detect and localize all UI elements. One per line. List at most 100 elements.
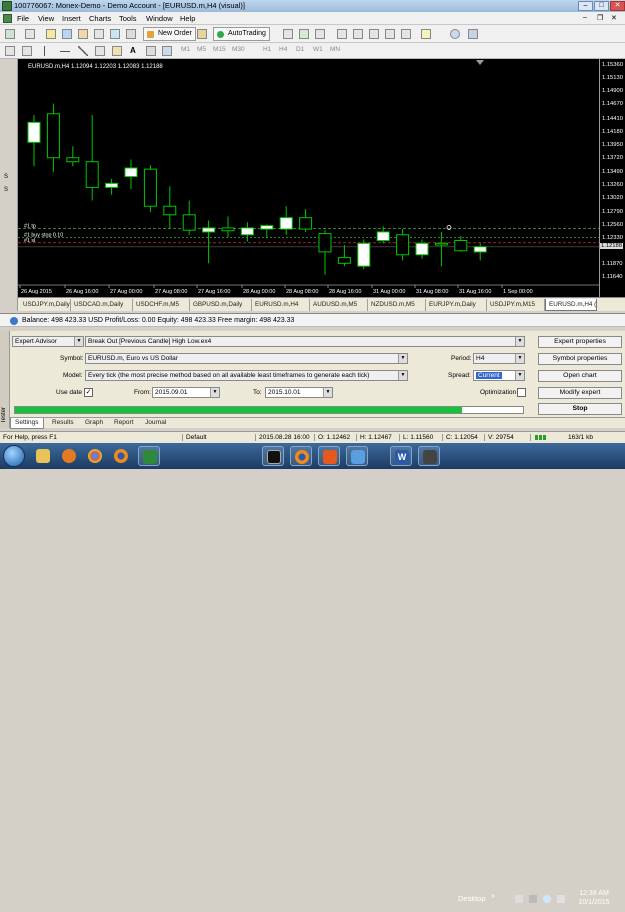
chart-tab[interactable]: USDJPY.m,M15: [487, 299, 545, 311]
chart-tab[interactable]: USDJPY.m,Daily: [20, 299, 71, 311]
periods-icon[interactable]: [450, 29, 460, 39]
tab-graph[interactable]: Graph: [81, 418, 107, 429]
menu-view[interactable]: View: [38, 14, 54, 23]
line-chart-icon[interactable]: [315, 29, 325, 39]
tab-report[interactable]: Report: [110, 418, 138, 429]
fibonacci-icon[interactable]: [112, 46, 122, 56]
tile-windows-icon[interactable]: [369, 29, 379, 39]
new-chart-icon[interactable]: [5, 29, 15, 39]
equidistant-channel-icon[interactable]: [95, 46, 105, 56]
firefox-taskbar-button[interactable]: [110, 446, 132, 466]
expert-properties-button[interactable]: Expert properties: [538, 336, 622, 348]
menu-file[interactable]: File: [17, 14, 29, 23]
data-window-icon[interactable]: [62, 29, 72, 39]
crosshair-icon[interactable]: [22, 46, 32, 56]
tf-mn[interactable]: MN: [330, 46, 340, 53]
period-select[interactable]: H4 ▼: [473, 353, 525, 364]
chart-tab[interactable]: USDCHF.m,M5: [133, 299, 190, 311]
network-icon[interactable]: [515, 895, 523, 903]
tester-type-select[interactable]: Expert Advisor ▼: [12, 336, 84, 347]
vertical-line-icon[interactable]: [44, 46, 54, 56]
symbol-select[interactable]: EURUSD.m, Euro vs US Dollar ▼: [85, 353, 408, 364]
tf-m30[interactable]: M30: [232, 46, 245, 53]
candlestick-chart[interactable]: EURUSD.m,H4 1.12094 1.12203 1.12083 1.12…: [18, 59, 599, 297]
tf-w1[interactable]: W1: [313, 46, 323, 53]
chrome-taskbar-button[interactable]: [84, 446, 106, 466]
chart-tab[interactable]: AUDUSD.m,M5: [310, 299, 368, 311]
tab-settings[interactable]: Settings: [10, 418, 44, 429]
profiles-icon[interactable]: [25, 29, 35, 39]
teamviewer-taskbar-button[interactable]: [318, 446, 340, 466]
chart-tab[interactable]: EURJPY.m,Daily: [426, 299, 487, 311]
zoom-in-icon[interactable]: [337, 29, 347, 39]
autotrading-button[interactable]: AutoTrading: [213, 27, 270, 41]
volume-icon[interactable]: [543, 895, 551, 903]
symbol-properties-button[interactable]: Symbol properties: [538, 353, 622, 365]
from-date-input[interactable]: 2015.09.01 ▼: [152, 387, 220, 398]
remote-taskbar-button[interactable]: [346, 446, 368, 466]
trendline-icon[interactable]: [78, 46, 88, 56]
battery-icon[interactable]: [529, 895, 537, 903]
status-profile[interactable]: Default: [182, 434, 207, 441]
metatrader-taskbar-button[interactable]: [138, 446, 160, 466]
tester-side-tab[interactable]: Tester: [0, 331, 10, 428]
taskbar-clock[interactable]: 12:38 AM 10/1/2015: [576, 889, 612, 907]
chevron-up-icon[interactable]: »: [491, 893, 495, 900]
media-player-taskbar-button[interactable]: [58, 446, 80, 466]
terminal-icon[interactable]: [94, 29, 104, 39]
tab-results[interactable]: Results: [48, 418, 78, 429]
text-tool-icon[interactable]: A: [130, 46, 140, 56]
price-chart[interactable]: EURUSD.m,H4 1.12094 1.12203 1.12083 1.12…: [18, 59, 599, 297]
tf-m5[interactable]: M5: [197, 46, 206, 53]
tab-journal[interactable]: Journal: [141, 418, 170, 429]
chart-tab[interactable]: GBPUSD.m,Daily: [190, 299, 252, 311]
navigator-icon[interactable]: [78, 29, 88, 39]
menu-insert[interactable]: Insert: [62, 14, 81, 23]
new-order-button[interactable]: New Order: [143, 27, 196, 41]
label-tool-icon[interactable]: [146, 46, 156, 56]
chart-tab[interactable]: USDCAD.m,Daily: [71, 299, 133, 311]
tf-h4[interactable]: H4: [279, 46, 287, 53]
menu-help[interactable]: Help: [180, 14, 195, 23]
strategy-tester-icon[interactable]: [110, 29, 120, 39]
horizontal-line-icon[interactable]: [60, 51, 70, 52]
optimization-checkbox[interactable]: [517, 388, 526, 397]
minimize-button[interactable]: –: [578, 1, 593, 11]
chart-tab[interactable]: EURUSD.m,H4 (v: [545, 299, 597, 311]
chart-shift-icon[interactable]: [401, 29, 411, 39]
child-close-button[interactable]: ✕: [611, 14, 617, 22]
open-chart-button[interactable]: Open chart: [538, 370, 622, 382]
bar-chart-icon[interactable]: [283, 29, 293, 39]
candlesticks-icon[interactable]: [299, 29, 309, 39]
metaeditor-icon[interactable]: [126, 29, 136, 39]
child-restore-button[interactable]: ❐: [597, 14, 603, 22]
desktop-toolbar-label[interactable]: Desktop: [458, 894, 486, 903]
tf-m1[interactable]: M1: [181, 46, 190, 53]
templates-icon[interactable]: [468, 29, 478, 39]
child-minimize-button[interactable]: –: [583, 14, 587, 21]
menu-charts[interactable]: Charts: [89, 14, 111, 23]
spread-select[interactable]: Current ▼: [473, 370, 525, 381]
monex-taskbar-button[interactable]: [262, 446, 284, 466]
tf-h1[interactable]: H1: [263, 46, 271, 53]
chart-tab[interactable]: NZDUSD.m,M5: [368, 299, 426, 311]
autoscroll-icon[interactable]: [385, 29, 395, 39]
zoom-out-icon[interactable]: [353, 29, 363, 39]
expert-select[interactable]: Break Out [Previous Candle] High Low.ex4…: [85, 336, 525, 347]
use-date-checkbox[interactable]: ✓: [84, 388, 93, 397]
arrows-icon[interactable]: [162, 46, 172, 56]
tf-d1[interactable]: D1: [296, 46, 304, 53]
collapsed-side-panel[interactable]: S S: [0, 59, 18, 311]
action-center-icon[interactable]: [557, 895, 565, 903]
explorer-taskbar-button[interactable]: [32, 446, 54, 466]
metaquotes-icon[interactable]: [197, 29, 207, 39]
terminal-taskbar-button[interactable]: [418, 446, 440, 466]
menu-window[interactable]: Window: [146, 14, 173, 23]
menu-tools[interactable]: Tools: [119, 14, 137, 23]
stop-button[interactable]: Stop: [538, 403, 622, 415]
tf-m15[interactable]: M15: [213, 46, 226, 53]
close-button[interactable]: ✕: [610, 1, 625, 11]
chart-tab[interactable]: EURUSD.m,H4: [252, 299, 310, 311]
word-taskbar-button[interactable]: W: [390, 446, 412, 466]
to-date-input[interactable]: 2015.10.01 ▼: [265, 387, 333, 398]
